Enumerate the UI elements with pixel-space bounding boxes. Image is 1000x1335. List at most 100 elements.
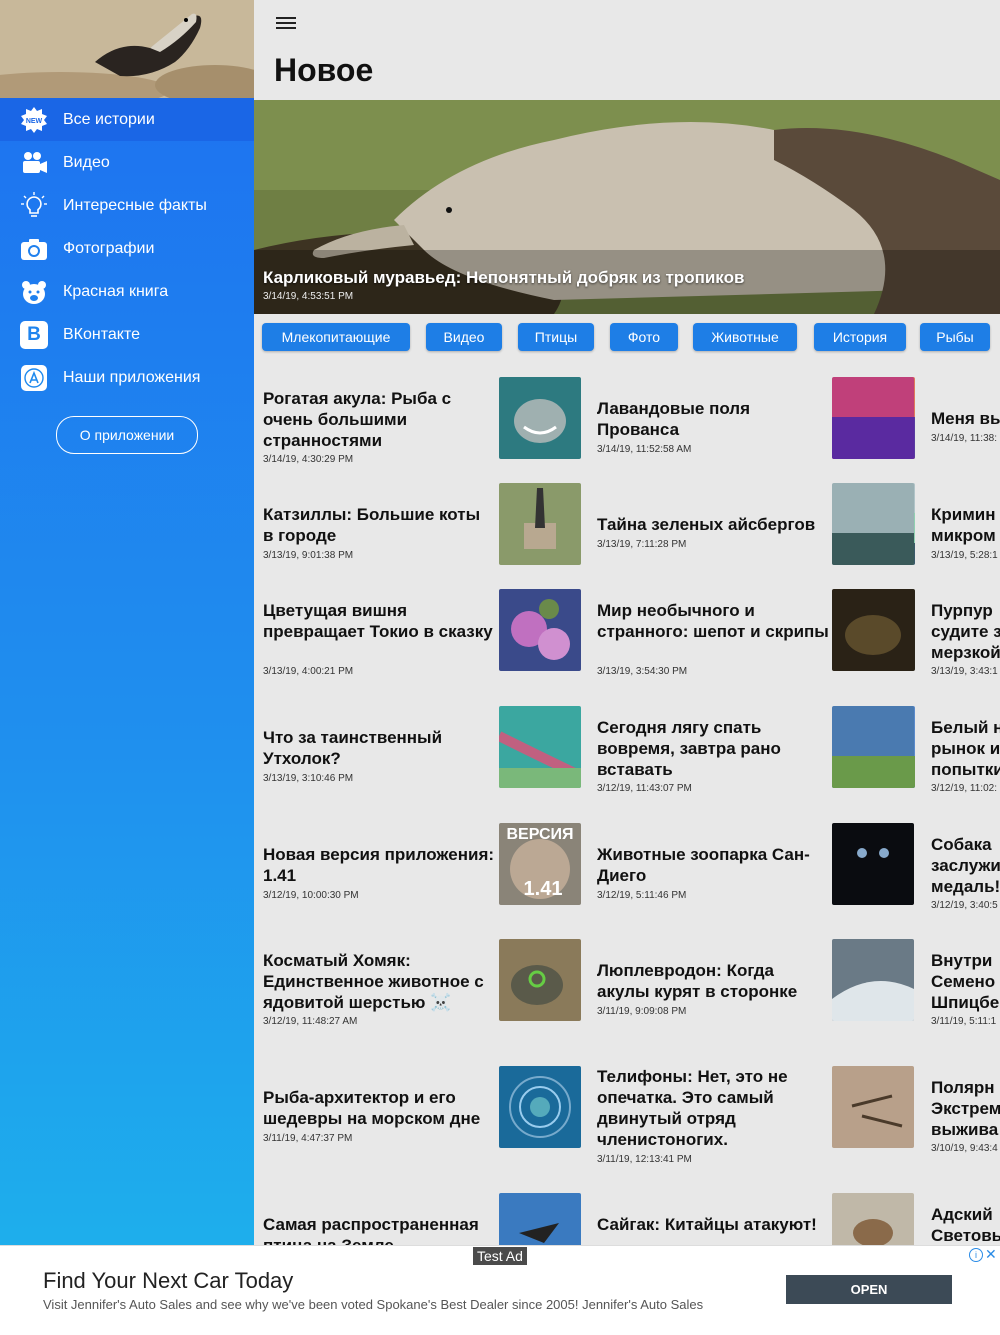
- hero-date: 3/14/19, 4:53:51 PM: [263, 291, 354, 302]
- bear-icon: [20, 278, 48, 306]
- article-card[interactable]: Рыба-архитектор и его шедевры на морском…: [263, 1066, 583, 1156]
- article-card[interactable]: Самая распространенная птица на Земле: [263, 1193, 583, 1245]
- category-chip-fish[interactable]: Рыбы: [920, 323, 990, 351]
- article-date: 3/12/19, 3:40:5: [931, 900, 998, 911]
- article-date: 3/11/19, 5:11:1: [931, 1016, 997, 1027]
- category-chip-photo[interactable]: Фото: [610, 323, 678, 351]
- article-card[interactable]: Внутри Семено Шпицбе 3/11/19, 5:11:1: [832, 939, 1000, 1029]
- video-camera-icon: [20, 149, 48, 177]
- svg-text:ВЕРСИЯ: ВЕРСИЯ: [506, 826, 573, 843]
- article-thumbnail: [832, 589, 914, 671]
- article-thumbnail: [832, 377, 914, 459]
- article-card[interactable]: Новая версия приложения: 1.41 3/12/19, 1…: [263, 823, 583, 913]
- hero-article[interactable]: Карликовый муравьед: Непонятный добряк и…: [254, 100, 1000, 314]
- article-thumbnail: [499, 939, 581, 1021]
- article-title: Рыба-архитектор и его шедевры на морском…: [263, 1088, 481, 1128]
- article-date: 3/13/19, 3:10:46 PM: [263, 773, 354, 784]
- sidebar-item-video[interactable]: Видео: [0, 141, 254, 184]
- article-title: Кримин микром: [931, 505, 996, 545]
- article-card[interactable]: Рогатая акула: Рыба с очень большими стр…: [263, 377, 583, 467]
- category-chip-video[interactable]: Видео: [426, 323, 502, 351]
- category-chip-animals[interactable]: Животные: [693, 323, 797, 351]
- hamburger-menu-icon[interactable]: [276, 14, 296, 34]
- lightbulb-icon: [20, 191, 48, 220]
- sidebar-item-label: Все истории: [63, 110, 155, 128]
- article-title: Белый н рынок и попытки: [931, 718, 1000, 779]
- app-store-icon: [20, 364, 48, 392]
- sidebar-item-our-apps[interactable]: Наши приложения: [0, 356, 254, 399]
- article-date: 3/10/19, 9:43:4: [931, 1143, 998, 1154]
- article-date: 3/11/19, 12:13:41 PM: [597, 1154, 692, 1165]
- sidebar: NEW Все истории Видео Интересные факты Ф…: [0, 0, 254, 1334]
- sidebar-item-red-book[interactable]: Красная книга: [0, 270, 254, 313]
- article-date: 3/14/19, 4:30:29 PM: [263, 454, 354, 465]
- article-thumbnail: [499, 589, 581, 671]
- sidebar-item-all-stories[interactable]: NEW Все истории: [0, 98, 254, 141]
- article-date: 3/12/19, 11:43:07 PM: [597, 783, 692, 794]
- page-title: Новое: [274, 52, 374, 88]
- camera-icon: [20, 235, 48, 263]
- main-content: Новое Карликовый муравьед: Непонятный до…: [254, 0, 1000, 1245]
- ad-close-icon[interactable]: ✕: [985, 1246, 997, 1263]
- svg-text:NEW: NEW: [26, 118, 43, 125]
- new-badge-icon: NEW: [20, 106, 48, 134]
- article-thumbnail: ВЕРСИЯ 1.41: [499, 823, 581, 905]
- article-thumbnail: [499, 377, 581, 459]
- article-thumbnail: [499, 1193, 581, 1245]
- ad-description: Visit Jennifer's Auto Sales and see why …: [43, 1297, 704, 1312]
- article-card[interactable]: Белый н рынок и попытки 3/12/19, 11:02:: [832, 706, 1000, 796]
- article-title: Мир необычного и странного: шепот и скри…: [597, 601, 829, 641]
- article-date: 3/13/19, 5:28:1: [931, 550, 998, 561]
- article-title: Собака заслужи медаль!: [931, 835, 1000, 896]
- article-title: Полярн Экстрем выжива: [931, 1078, 1000, 1139]
- sidebar-item-label: Фотографии: [63, 239, 155, 257]
- article-date: 3/12/19, 11:48:27 AM: [263, 1016, 358, 1027]
- article-thumbnail: [832, 823, 914, 905]
- article-date: 3/13/19, 3:54:30 PM: [597, 666, 688, 677]
- article-card[interactable]: Катзиллы: Большие коты в городе 3/13/19,…: [263, 483, 583, 573]
- article-title: Новая версия приложения: 1.41: [263, 845, 495, 885]
- article-card[interactable]: Что за таинственный Утхолок? 3/13/19, 3:…: [263, 706, 583, 796]
- article-title: Самая распространенная птица на Земле: [263, 1215, 479, 1245]
- article-card[interactable]: Пурпур судите з мерзкой 3/13/19, 3:43:1: [832, 589, 1000, 679]
- article-title: Внутри Семено Шпицбе: [931, 951, 1000, 1012]
- about-button[interactable]: О приложении: [56, 416, 198, 454]
- category-chip-birds[interactable]: Птицы: [518, 323, 594, 351]
- sidebar-item-label: Красная книга: [63, 282, 169, 300]
- article-date: 3/13/19, 3:43:1: [931, 666, 998, 677]
- article-card[interactable]: Кримин микром 3/13/19, 5:28:1: [832, 483, 1000, 573]
- category-chip-history[interactable]: История: [814, 323, 906, 351]
- article-card[interactable]: Собака заслужи медаль! 3/12/19, 3:40:5: [832, 823, 1000, 913]
- article-date: 3/14/19, 11:38:: [931, 433, 997, 444]
- article-thumbnail: [832, 706, 914, 788]
- article-date: 3/14/19, 11:52:58 AM: [597, 444, 692, 455]
- ad-title[interactable]: Find Your Next Car Today: [43, 1268, 293, 1294]
- article-thumbnail: [499, 706, 581, 788]
- article-title: Люплевродон: Когда акулы курят в сторонк…: [597, 961, 798, 1001]
- article-card[interactable]: Косматый Хомяк: Единственное животное с …: [263, 939, 583, 1029]
- sidebar-item-label: Видео: [63, 153, 110, 171]
- article-card[interactable]: Меня вы 3/14/19, 11:38:: [832, 377, 1000, 467]
- category-chip-mammals[interactable]: Млекопитающие: [262, 323, 410, 351]
- article-card[interactable]: Адский Световь: [832, 1193, 1000, 1245]
- article-date: 3/12/19, 10:00:30 PM: [263, 890, 359, 901]
- article-title: Тайна зеленых айсбергов: [597, 515, 816, 534]
- hero-title: Карликовый муравьед: Непонятный добряк и…: [263, 268, 745, 287]
- article-date: 3/12/19, 11:02:: [931, 783, 997, 794]
- sidebar-item-label: ВКонтакте: [63, 325, 140, 343]
- article-title: Что за таинственный Утхолок?: [263, 728, 443, 768]
- article-title: Лавандовые поля Прованса: [597, 399, 751, 439]
- article-title: Телифоны: Нет, это не опечатка. Это самы…: [597, 1067, 788, 1149]
- sidebar-item-vk[interactable]: B ВКонтакте: [0, 313, 254, 356]
- article-title: Рогатая акула: Рыба с очень большими стр…: [263, 389, 452, 450]
- ad-test-label: Test Ad: [473, 1247, 527, 1265]
- ad-open-button[interactable]: OPEN: [786, 1275, 952, 1304]
- article-card[interactable]: Цветущая вишня превращает Токио в сказку…: [263, 589, 583, 679]
- sidebar-item-facts[interactable]: Интересные факты: [0, 184, 254, 227]
- article-date: 3/12/19, 5:11:46 PM: [597, 890, 687, 901]
- article-date: 3/11/19, 9:09:08 PM: [597, 1006, 687, 1017]
- article-thumbnail: [499, 1066, 581, 1148]
- ad-info-icon[interactable]: i: [969, 1248, 983, 1262]
- sidebar-item-photos[interactable]: Фотографии: [0, 227, 254, 270]
- article-card[interactable]: Полярн Экстрем выжива 3/10/19, 9:43:4: [832, 1066, 1000, 1156]
